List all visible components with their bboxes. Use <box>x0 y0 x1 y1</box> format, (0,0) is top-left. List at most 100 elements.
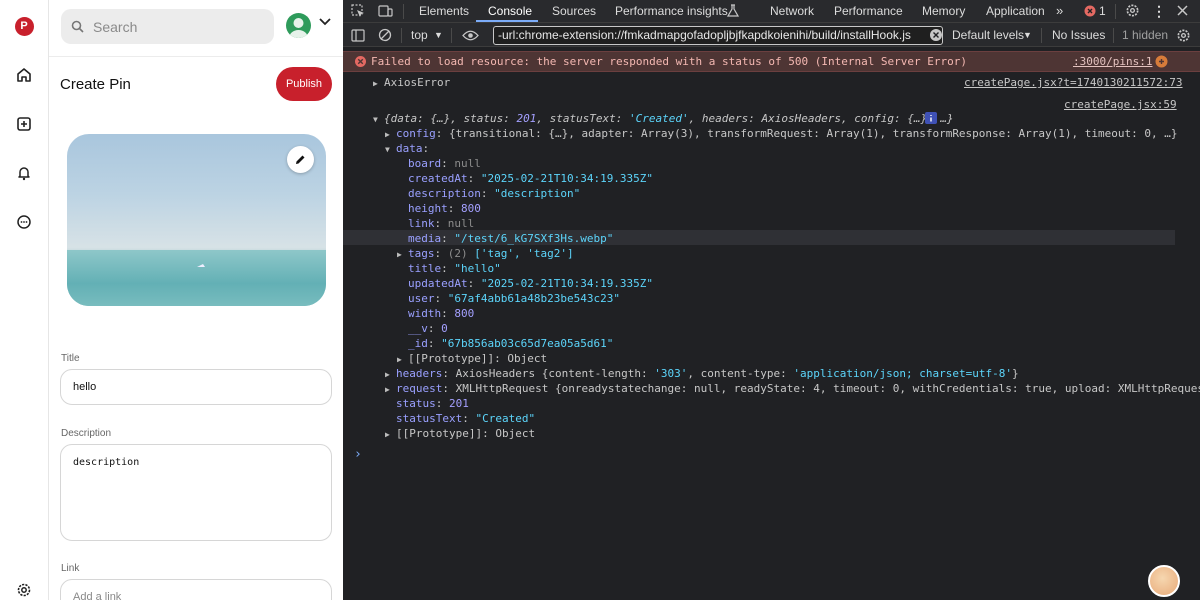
error-count-icon <box>1084 5 1096 17</box>
data-version: __v: 0 <box>408 322 448 335</box>
filter-input[interactable]: -url:chrome-extension://fmkadmapgofadopl… <box>493 26 943 45</box>
error-icon <box>355 56 366 67</box>
link-label: Link <box>61 563 80 574</box>
device-toolbar-icon[interactable] <box>375 0 395 22</box>
data-height: height: 800 <box>408 202 481 215</box>
data-createdAt: createdAt: "2025-02-21T10:34:19.335Z" <box>408 172 654 185</box>
error-source-link[interactable]: :3000/pins:1 <box>1073 54 1152 69</box>
sidebar-toggle-icon[interactable] <box>348 23 368 47</box>
close-icon[interactable] <box>1177 5 1188 16</box>
search-input[interactable]: Search <box>93 19 137 35</box>
context-select[interactable]: top <box>411 23 428 47</box>
tab-memory[interactable]: Memory <box>922 0 965 22</box>
toolbar-separator <box>451 28 452 43</box>
axios-error-line[interactable]: ▶ AxiosError <box>373 75 450 90</box>
clear-filter-icon[interactable] <box>930 29 942 41</box>
headers-row[interactable]: ▶ headers: AxiosHeaders {content-length: … <box>385 366 1019 381</box>
flask-icon <box>727 4 739 17</box>
description-field[interactable]: description <box>60 444 332 541</box>
caret-down-icon[interactable]: ▼ <box>434 23 443 47</box>
data-title: title: "hello" <box>408 262 501 275</box>
error-text: Failed to load resource: the server resp… <box>371 55 968 68</box>
description-label: Description <box>61 428 112 439</box>
eye-icon[interactable] <box>460 23 480 47</box>
pencil-icon <box>296 155 305 164</box>
warning-ai-icon[interactable] <box>1155 55 1168 68</box>
config-row[interactable]: ▶ config: {transitional: {…}, adapter: Ar… <box>385 126 1177 141</box>
status-row: status: 201 <box>396 397 469 410</box>
tab-separator <box>1115 4 1116 19</box>
presenter-avatar <box>1148 565 1180 597</box>
active-tab-indicator <box>476 20 538 22</box>
data-media: media: "/test/6_kG7SXf3Hs.webp" <box>408 232 614 245</box>
gear-icon[interactable] <box>1125 3 1140 18</box>
hidden-count: 1 hidden <box>1122 28 1169 42</box>
chevron-down-icon[interactable] <box>319 18 331 26</box>
error-count[interactable]: 1 <box>1099 0 1106 22</box>
tab-network[interactable]: Network <box>770 0 814 22</box>
edit-image-button[interactable] <box>287 146 314 173</box>
search-bar[interactable]: Search <box>61 9 274 44</box>
logo-letter: P <box>14 16 34 36</box>
toolbar-separator <box>1041 28 1042 43</box>
tab-sources[interactable]: Sources <box>552 0 596 22</box>
request-row[interactable]: ▶ request: XMLHttpRequest {onreadystatech… <box>385 381 1200 396</box>
boat-icon <box>197 264 205 267</box>
toolbar-separator <box>1113 28 1114 43</box>
caret-down-icon[interactable]: ▼ <box>1023 23 1032 47</box>
avatar[interactable] <box>286 13 311 38</box>
link-field[interactable]: Add a link <box>60 579 332 600</box>
console-settings-icon[interactable] <box>1176 28 1191 43</box>
data-updatedAt: updatedAt: "2025-02-21T10:34:19.335Z" <box>408 277 654 290</box>
tab-performance-insights[interactable]: Performance insights <box>615 0 728 22</box>
console-prompt[interactable]: › <box>354 447 362 462</box>
bell-icon[interactable] <box>12 161 36 185</box>
create-pin-page: Search Create Pin Publish Title hello De… <box>49 0 343 600</box>
console-output: ▶ AxiosError createPage.jsx?t=17401302115… <box>343 72 1200 600</box>
console-toolbar: top ▼ -url:chrome-extension://fmkadmapgo… <box>343 23 1200 47</box>
nav-rail: P <box>0 0 49 600</box>
title-field[interactable]: hello <box>60 369 332 405</box>
logo-icon[interactable]: P <box>12 14 36 38</box>
info-icon[interactable] <box>925 112 937 124</box>
kebab-menu-icon[interactable]: ⋮ <box>1152 0 1166 22</box>
source-link[interactable]: createPage.jsx:59 <box>1064 97 1177 112</box>
chat-icon[interactable] <box>12 210 36 234</box>
data-board: board: null <box>408 157 481 170</box>
devtools-panel: Elements Console Sources Performance ins… <box>343 0 1200 600</box>
tab-separator <box>403 4 404 19</box>
sea-area <box>67 250 326 306</box>
issues-button[interactable]: No Issues <box>1052 23 1105 47</box>
more-tabs-icon[interactable]: » <box>1056 0 1063 22</box>
devtools-tab-bar: Elements Console Sources Performance ins… <box>343 0 1200 23</box>
data-id: _id: "67b856ab03c65d7ea05a5d61" <box>408 337 614 350</box>
data-width: width: 800 <box>408 307 475 320</box>
toolbar-separator <box>401 28 402 43</box>
tab-performance[interactable]: Performance <box>834 0 903 22</box>
divider <box>49 56 343 57</box>
source-link[interactable]: createPage.jsx?t=1740130211572:73 <box>964 75 1183 90</box>
data-link: link: null <box>408 217 475 230</box>
response-prototype[interactable]: ▶ [[Prototype]]: Object <box>385 426 535 441</box>
data-user: user: "67af4abb61a48b23be543c23" <box>408 292 620 305</box>
settings-icon[interactable] <box>12 578 36 600</box>
inspect-element-icon[interactable] <box>348 0 368 22</box>
data-prototype[interactable]: ▶ [[Prototype]]: Object <box>397 351 547 366</box>
page-title: Create Pin <box>60 76 131 93</box>
data-tags[interactable]: ▶ tags: (2) ['tag', 'tag2'] <box>397 246 574 261</box>
levels-select[interactable]: Default levels <box>952 23 1024 47</box>
tab-console[interactable]: Console <box>488 0 532 22</box>
data-row[interactable]: ▼ data: <box>385 141 429 156</box>
tab-elements[interactable]: Elements <box>419 0 469 22</box>
search-icon <box>71 20 84 33</box>
title-label: Title <box>61 353 80 364</box>
data-description: description: "description" <box>408 187 581 200</box>
console-error-message: Failed to load resource: the server resp… <box>343 51 1200 72</box>
statustext-row: statusText: "Created" <box>396 412 536 425</box>
clear-console-icon[interactable] <box>375 23 395 47</box>
publish-button[interactable]: Publish <box>276 67 332 101</box>
home-icon[interactable] <box>12 63 36 87</box>
plus-square-icon[interactable] <box>12 112 36 136</box>
response-summary[interactable]: ▼ {data: {…}, status: 201, statusText: 'C… <box>373 111 954 126</box>
tab-application[interactable]: Application <box>986 0 1045 22</box>
